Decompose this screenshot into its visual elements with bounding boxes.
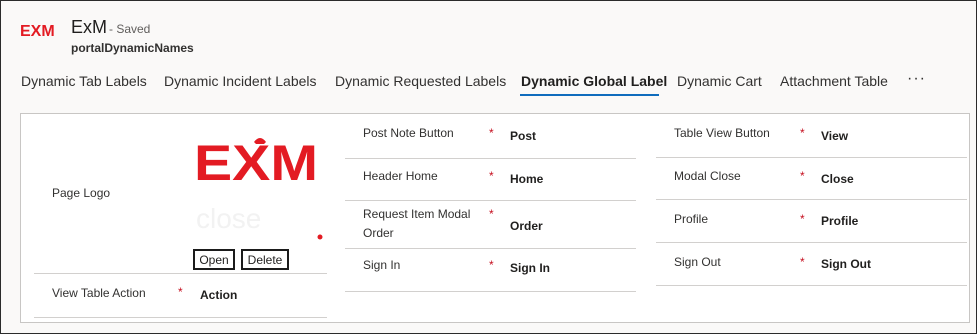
post-note-button-value[interactable]: Post xyxy=(510,129,536,143)
svg-text:close: close xyxy=(196,206,261,234)
logo-background-watermark: close xyxy=(196,206,323,240)
divider xyxy=(345,200,636,201)
required-indicator: * xyxy=(800,169,805,183)
required-indicator: * xyxy=(800,126,805,140)
header-home-label: Header Home xyxy=(363,169,438,183)
required-indicator: * xyxy=(489,258,494,272)
required-indicator: * xyxy=(489,126,494,140)
page-logo-label: Page Logo xyxy=(52,186,111,200)
divider xyxy=(345,248,636,249)
delete-button[interactable]: Delete xyxy=(241,249,289,270)
sign-out-label: Sign Out xyxy=(674,255,721,269)
record-title: ExM xyxy=(71,17,107,37)
exm-logo: EXM xyxy=(20,23,55,39)
header-home-value[interactable]: Home xyxy=(510,172,543,186)
app-window: EXM ExM - Saved portalDynamicNames Dynam… xyxy=(0,0,977,334)
required-indicator: * xyxy=(800,255,805,269)
view-table-action-label: View Table Action xyxy=(52,286,146,300)
divider xyxy=(656,242,967,243)
form-section: Page Logo EXM close Open Delete View Tab… xyxy=(20,113,970,323)
required-indicator: * xyxy=(800,212,805,226)
required-indicator: * xyxy=(178,285,183,299)
tab-attachment-table[interactable]: Attachment Table xyxy=(780,73,888,89)
required-indicator: * xyxy=(489,169,494,183)
tab-dynamic-global-label[interactable]: Dynamic Global Label xyxy=(521,73,667,89)
request-item-modal-order-value[interactable]: Order xyxy=(510,219,543,233)
active-tab-indicator xyxy=(520,94,659,96)
svg-text:EXM: EXM xyxy=(20,23,55,39)
sign-in-value[interactable]: Sign In xyxy=(510,261,550,275)
more-tabs-icon[interactable]: ··· xyxy=(907,70,926,88)
sign-out-value[interactable]: Sign Out xyxy=(821,257,871,271)
request-item-modal-order-label-line2: Order xyxy=(363,226,394,240)
entity-name: portalDynamicNames xyxy=(71,41,194,55)
divider xyxy=(656,157,967,158)
tab-dynamic-incident-labels[interactable]: Dynamic Incident Labels xyxy=(164,73,317,89)
tab-dynamic-tab-labels[interactable]: Dynamic Tab Labels xyxy=(21,73,147,89)
page-logo-image[interactable]: EXM xyxy=(194,134,318,186)
profile-label: Profile xyxy=(674,212,709,226)
modal-close-value[interactable]: Close xyxy=(821,172,854,186)
tab-dynamic-cart[interactable]: Dynamic Cart xyxy=(677,73,762,89)
save-status: - Saved xyxy=(109,22,151,36)
modal-close-label: Modal Close xyxy=(674,169,741,183)
divider xyxy=(34,273,327,274)
view-table-action-value[interactable]: Action xyxy=(200,288,237,302)
table-view-button-label: Table View Button xyxy=(674,126,770,140)
required-indicator: * xyxy=(489,207,494,221)
table-view-button-value[interactable]: View xyxy=(821,129,848,143)
profile-value[interactable]: Profile xyxy=(821,214,858,228)
sign-in-label: Sign In xyxy=(363,258,401,272)
divider xyxy=(345,158,636,159)
post-note-button-label: Post Note Button xyxy=(363,126,454,140)
divider xyxy=(656,285,967,286)
divider xyxy=(345,291,636,292)
divider xyxy=(34,317,327,318)
request-item-modal-order-label: Request Item Modal xyxy=(363,207,471,221)
tab-dynamic-requested-labels[interactable]: Dynamic Requested Labels xyxy=(335,73,506,89)
divider xyxy=(656,199,967,200)
open-button[interactable]: Open xyxy=(193,249,235,270)
tab-bar: Dynamic Tab Labels Dynamic Incident Labe… xyxy=(1,67,977,97)
